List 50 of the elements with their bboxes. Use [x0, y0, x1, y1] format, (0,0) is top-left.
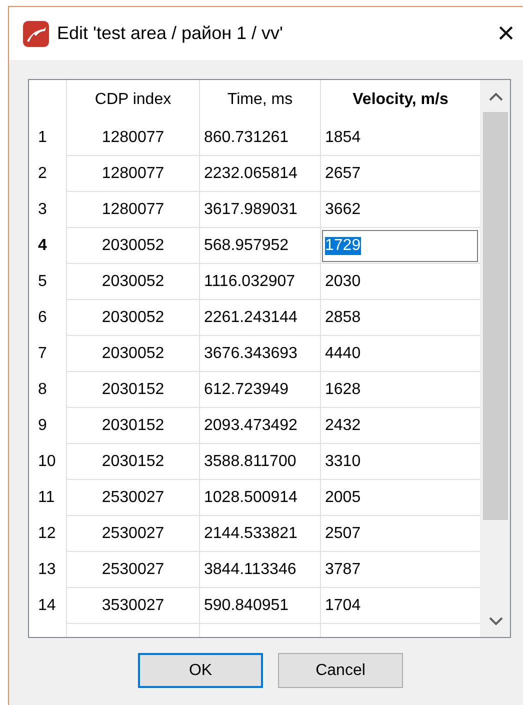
table-cell: 2261.243144 [200, 300, 321, 336]
table-cell: 2093.473492 [200, 408, 321, 444]
table-cell: 2030052 [67, 336, 200, 372]
cell-edit-field[interactable]: 1729 [322, 230, 478, 262]
row-number: 14 [29, 588, 67, 624]
row-number: 13 [29, 552, 67, 588]
table-cell: 2530027 [67, 516, 200, 552]
column-header[interactable]: Time, ms [200, 80, 321, 120]
table-cell: 1028.500914 [200, 480, 321, 516]
table-cell: 2144.533821 [200, 516, 321, 552]
table-cell: 612.723949 [200, 372, 321, 408]
table-cell: 2030052 [67, 228, 200, 264]
row-number: 7 [29, 336, 67, 372]
table-cell: 3844.113346 [200, 552, 321, 588]
table-cell: 568.957952 [200, 228, 321, 264]
window-title: Edit 'test area / район 1 / vv' [57, 23, 284, 44]
cancel-button[interactable]: Cancel [278, 653, 403, 688]
row-number: 12 [29, 516, 67, 552]
table-cell: 2530027 [67, 480, 200, 516]
table-cell: 2030052 [67, 300, 200, 336]
table-cell: 2530027 [67, 552, 200, 588]
column-header[interactable]: CDP index [67, 80, 200, 120]
table-cell: 3588.811700 [200, 444, 321, 480]
table-cell: 1280077 [67, 192, 200, 228]
table-cell: 3676.343693 [200, 336, 321, 372]
table-cell: 2030152 [67, 372, 200, 408]
column-header[interactable]: Velocity, m/s [321, 80, 480, 120]
row-number: 8 [29, 372, 67, 408]
row-number: 6 [29, 300, 67, 336]
row-number: 9 [29, 408, 67, 444]
table-cell: 2030052 [67, 264, 200, 300]
ok-button[interactable]: OK [138, 653, 263, 688]
row-number: 1 [29, 120, 67, 156]
table-cell: 3530027 [67, 588, 200, 624]
row-number: 3 [29, 192, 67, 228]
table-cell: 860.731261 [200, 120, 321, 156]
row-number: 4 [29, 228, 67, 264]
row-number: 2 [29, 156, 67, 192]
close-button[interactable]: × [484, 14, 523, 54]
table-cell: 2232.065814 [200, 156, 321, 192]
row-number: 11 [29, 480, 67, 516]
table-cell: 2030152 [67, 408, 200, 444]
table-cell: 590.840951 [200, 588, 321, 624]
row-number: 5 [29, 264, 67, 300]
table-cell: 3617.989031 [200, 192, 321, 228]
table-cell: 1280077 [67, 120, 200, 156]
table-cell: 2030152 [67, 444, 200, 480]
row-number: 10 [29, 444, 67, 480]
table-cell: 1116.032907 [200, 264, 321, 300]
table-cell: 1280077 [67, 156, 200, 192]
